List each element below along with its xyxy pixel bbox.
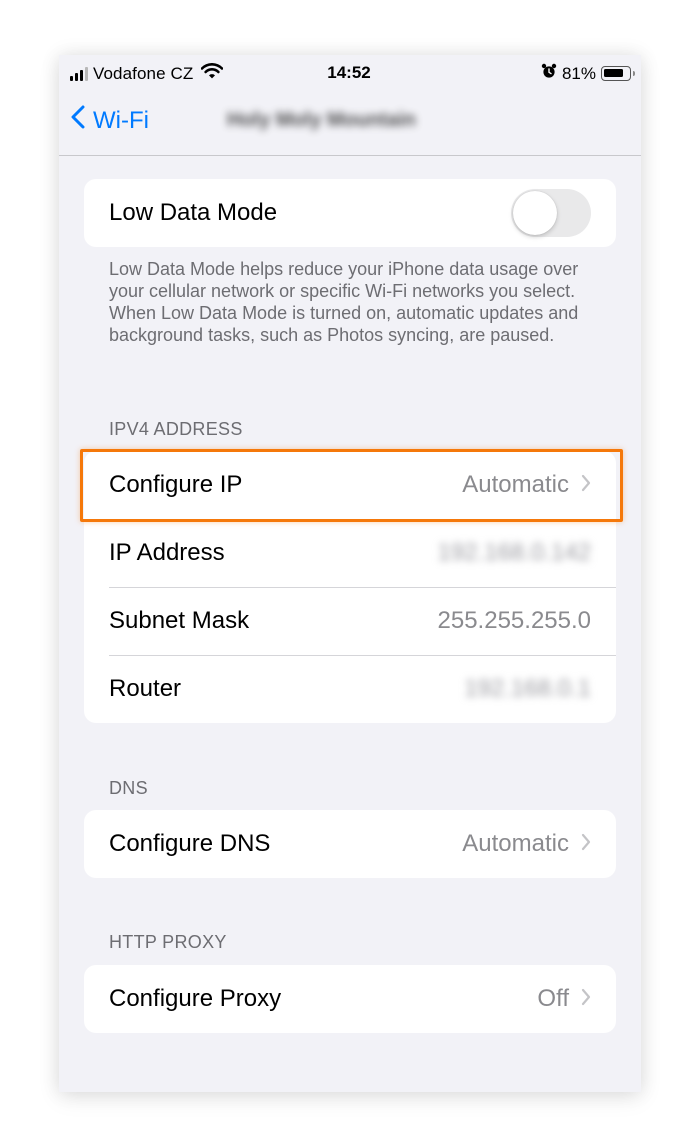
phone-screen: Vodafone CZ 14:52 81% Wi-Fi Holy Moly Mo… <box>59 55 641 1092</box>
configure-proxy-row[interactable]: Configure Proxy Off <box>84 965 616 1033</box>
router-value: 192.168.0.1 <box>464 675 591 702</box>
chevron-right-icon <box>581 833 591 856</box>
status-time: 14:52 <box>327 63 371 82</box>
subnet-mask-value: 255.255.255.0 <box>437 607 591 634</box>
battery-percent: 81% <box>561 63 596 83</box>
chevron-right-icon <box>581 988 591 1011</box>
low-data-mode-row: Low Data Mode <box>84 179 616 247</box>
chevron-left-icon <box>71 105 85 136</box>
router-row: Router 192.168.0.1 <box>84 655 616 723</box>
subnet-mask-label: Subnet Mask <box>109 607 250 634</box>
router-label: Router <box>109 675 182 702</box>
configure-dns-value: Automatic <box>462 830 569 857</box>
configure-dns-row[interactable]: Configure DNS Automatic <box>84 810 616 878</box>
navigation-bar: Wi-Fi Holy Moly Mountain <box>59 95 641 156</box>
ip-address-label: IP Address <box>109 539 225 566</box>
ipv4-card: Configure IP Automatic IP Address 192.16… <box>84 451 616 723</box>
configure-proxy-value: Off <box>537 985 569 1012</box>
dns-section-header: DNS <box>109 778 148 798</box>
configure-proxy-label: Configure Proxy <box>109 985 282 1012</box>
battery-icon <box>601 66 635 81</box>
toggle-knob <box>513 191 557 235</box>
low-data-mode-card: Low Data Mode <box>84 179 616 247</box>
http-proxy-card: Configure Proxy Off <box>84 965 616 1033</box>
configure-ip-value: Automatic <box>462 471 569 498</box>
configure-ip-row[interactable]: Configure IP Automatic <box>84 451 616 519</box>
back-button-label: Wi-Fi <box>93 106 149 134</box>
alarm-icon <box>541 63 557 84</box>
subnet-mask-row: Subnet Mask 255.255.255.0 <box>84 587 616 655</box>
low-data-mode-footer: Low Data Mode helps reduce your iPhone d… <box>109 259 579 345</box>
status-bar-right: 81% <box>541 63 635 84</box>
configure-ip-label: Configure IP <box>109 471 243 498</box>
chevron-right-icon <box>581 474 591 497</box>
ip-address-row: IP Address 192.168.0.142 <box>84 519 616 587</box>
configure-dns-label: Configure DNS <box>109 830 271 857</box>
ip-address-value: 192.168.0.142 <box>437 539 591 566</box>
low-data-mode-label: Low Data Mode <box>109 199 278 226</box>
back-button[interactable]: Wi-Fi <box>71 105 149 136</box>
http-proxy-section-header: HTTP PROXY <box>109 932 227 952</box>
status-bar: Vodafone CZ 14:52 81% <box>59 55 641 95</box>
battery-fill <box>604 69 623 77</box>
dns-card: Configure DNS Automatic <box>84 810 616 878</box>
low-data-mode-toggle[interactable] <box>511 189 591 237</box>
ipv4-section-header: IPV4 ADDRESS <box>109 419 243 439</box>
network-name-title: Holy Moly Mountain <box>227 109 416 131</box>
